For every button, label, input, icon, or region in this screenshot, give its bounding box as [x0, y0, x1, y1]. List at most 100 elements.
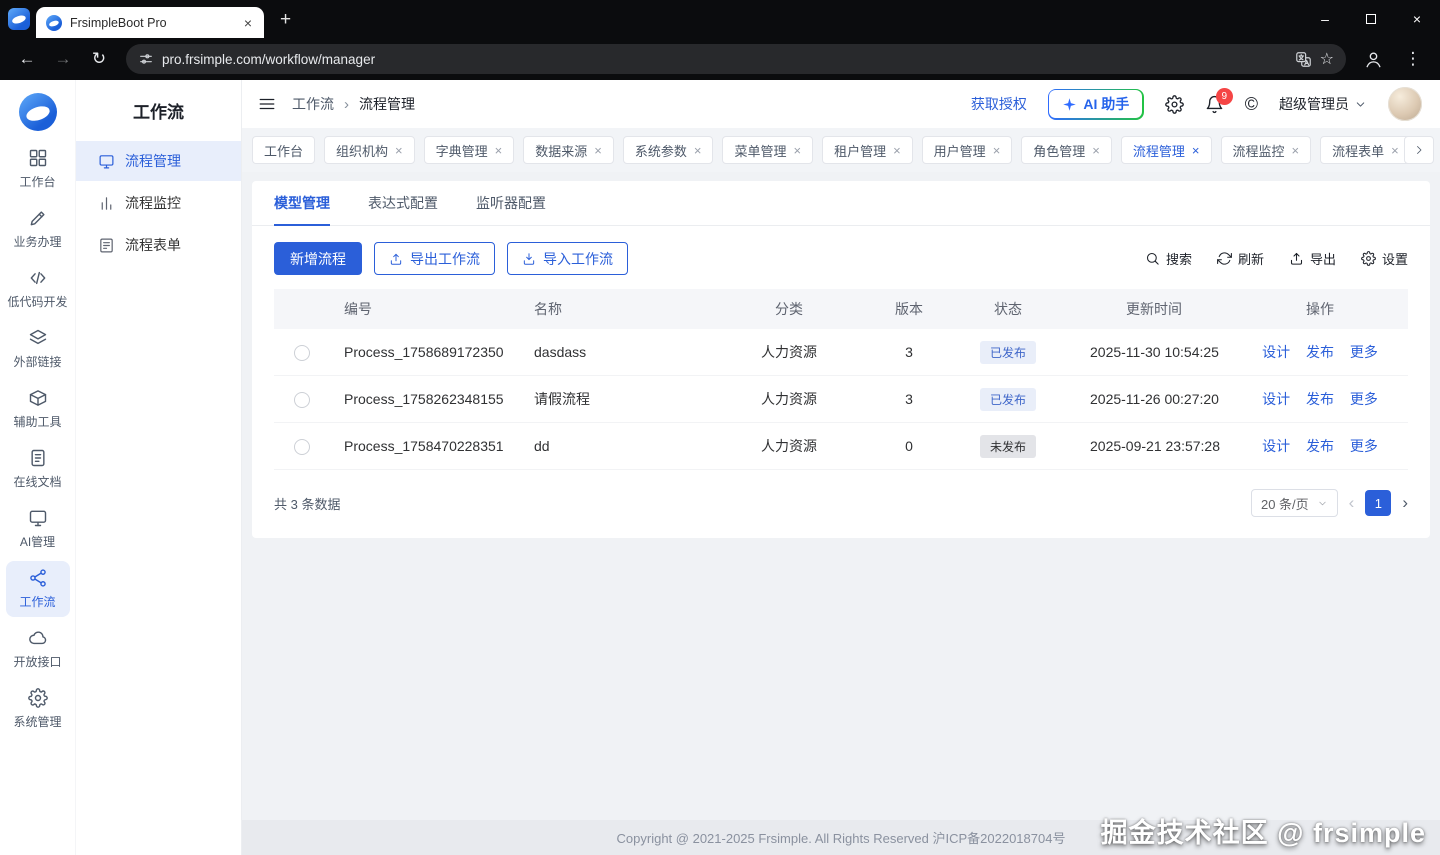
close-icon[interactable]: ×: [594, 144, 602, 157]
breadcrumb-root[interactable]: 工作流: [292, 94, 334, 114]
page-size-select[interactable]: 20 条/页: [1250, 489, 1338, 517]
new-tab-button[interactable]: +: [280, 10, 291, 29]
chevron-right-icon: [1413, 144, 1425, 156]
rail-item-external-links[interactable]: 外部链接: [6, 321, 70, 377]
more-link[interactable]: 更多: [1350, 344, 1378, 360]
copyright-icon[interactable]: ©: [1245, 95, 1258, 113]
tab-chip[interactable]: 流程表单 ×: [1320, 136, 1411, 164]
tab-chip[interactable]: 菜单管理 ×: [722, 136, 814, 164]
import-workflow-button[interactable]: 导入工作流: [507, 242, 628, 275]
get-license-link[interactable]: 获取授权: [971, 94, 1027, 114]
site-settings-icon[interactable]: [138, 51, 154, 67]
bookmark-icon[interactable]: ☆: [1320, 49, 1334, 69]
translate-icon[interactable]: [1295, 51, 1312, 68]
settings-gear-icon[interactable]: [1165, 95, 1184, 114]
tab-chip[interactable]: 系统参数 ×: [622, 136, 714, 164]
search-tool[interactable]: 搜索: [1145, 249, 1192, 268]
tab-chip[interactable]: 租户管理 ×: [822, 136, 913, 164]
publish-link[interactable]: 发布: [1306, 391, 1334, 407]
cell-name: 请假流程: [534, 391, 590, 407]
tabs-scroll-right-button[interactable]: [1404, 136, 1434, 164]
page-number[interactable]: 1: [1365, 490, 1392, 516]
publish-link[interactable]: 发布: [1306, 438, 1334, 454]
design-link[interactable]: 设计: [1262, 391, 1290, 407]
browser-menu-icon[interactable]: ⋮: [1396, 43, 1430, 75]
tab-expression-config[interactable]: 表达式配置: [368, 181, 438, 225]
tab-chip[interactable]: 用户管理 ×: [921, 136, 1013, 164]
row-radio[interactable]: [294, 391, 310, 408]
minimize-button[interactable]: –: [1302, 0, 1348, 38]
close-icon[interactable]: ×: [1391, 144, 1399, 157]
table-row[interactable]: Process_1758689172350 dasdass 人力资源 3 已发布…: [274, 329, 1408, 376]
tab-chip[interactable]: 数据来源 ×: [523, 136, 614, 164]
close-icon[interactable]: ×: [395, 144, 403, 157]
avatar[interactable]: [1388, 87, 1422, 121]
rail-item-label: AI管理: [19, 535, 56, 549]
rail-item-workbench[interactable]: 工作台: [6, 141, 70, 197]
cell-name: dasdass: [534, 344, 587, 360]
collapse-menu-icon[interactable]: [258, 95, 276, 113]
rail-item-workflow[interactable]: 工作流: [5, 561, 70, 617]
table-row[interactable]: Process_1758262348155 请假流程 人力资源 3 已发布 20…: [274, 376, 1408, 423]
tab-close-icon[interactable]: ×: [242, 15, 254, 31]
close-icon[interactable]: ×: [793, 144, 801, 157]
profile-icon[interactable]: [1356, 43, 1390, 75]
sidebar-item-process-monitor[interactable]: 流程监控: [76, 183, 241, 223]
close-icon[interactable]: ×: [1192, 144, 1200, 157]
row-radio[interactable]: [294, 438, 310, 455]
tab-chip[interactable]: 流程监控 ×: [1220, 136, 1312, 164]
back-icon[interactable]: ←: [10, 43, 44, 75]
design-link[interactable]: 设计: [1262, 438, 1290, 454]
close-icon[interactable]: ×: [993, 144, 1001, 157]
browser-tab[interactable]: FrsimpleBoot Pro ×: [36, 7, 264, 38]
maximize-button[interactable]: [1348, 0, 1394, 38]
close-icon[interactable]: ×: [893, 144, 901, 157]
design-link[interactable]: 设计: [1262, 344, 1290, 360]
rail-item-open-api[interactable]: 开放接口: [6, 621, 70, 677]
tab-chip[interactable]: 工作台: [252, 136, 316, 164]
reload-icon[interactable]: ↻: [82, 43, 116, 75]
rail-item-tools[interactable]: 辅助工具: [6, 381, 70, 437]
cell-version: 3: [905, 344, 913, 360]
close-icon[interactable]: ×: [495, 144, 503, 157]
rail-item-ai[interactable]: AI管理: [6, 501, 70, 557]
rail-item-business[interactable]: 业务办理: [6, 201, 70, 257]
import-icon: [522, 252, 536, 266]
browser-addressbar: ← → ↻ pro.frsimple.com/workflow/manager …: [0, 38, 1440, 80]
tab-chip-active[interactable]: 流程管理 ×: [1120, 136, 1212, 164]
sidebar-item-process-manage[interactable]: 流程管理: [76, 141, 241, 181]
add-process-button[interactable]: 新增流程: [274, 242, 362, 275]
prev-page-button[interactable]: ‹: [1349, 493, 1355, 513]
more-link[interactable]: 更多: [1350, 438, 1378, 454]
settings-tool[interactable]: 设置: [1361, 249, 1408, 268]
user-menu[interactable]: 超级管理员: [1279, 94, 1367, 114]
tab-model-manage[interactable]: 模型管理: [274, 181, 330, 226]
next-page-button[interactable]: ›: [1402, 493, 1408, 513]
forward-icon[interactable]: →: [46, 43, 80, 75]
notification-bell-icon[interactable]: 9: [1205, 87, 1233, 114]
publish-link[interactable]: 发布: [1306, 344, 1334, 360]
browser-app-icon[interactable]: [8, 8, 30, 30]
tab-listener-config[interactable]: 监听器配置: [476, 181, 546, 225]
rail-item-system[interactable]: 系统管理: [6, 681, 70, 737]
rail-item-docs[interactable]: 在线文档: [6, 441, 70, 497]
url-input[interactable]: pro.frsimple.com/workflow/manager ☆: [126, 44, 1346, 74]
table-row[interactable]: Process_1758470228351 dd 人力资源 0 未发布 2025…: [274, 423, 1408, 470]
ai-assistant-button[interactable]: AI 助手: [1047, 88, 1144, 120]
tab-chip[interactable]: 组织机构 ×: [324, 136, 415, 164]
rail-item-lowcode[interactable]: 低代码开发: [6, 261, 70, 317]
refresh-tool[interactable]: 刷新: [1217, 249, 1264, 268]
close-icon[interactable]: ×: [1092, 144, 1100, 157]
export-tool[interactable]: 导出: [1289, 249, 1336, 268]
sidebar-item-process-form[interactable]: 流程表单: [76, 225, 241, 265]
close-icon[interactable]: ×: [1292, 144, 1300, 157]
row-radio[interactable]: [294, 344, 310, 361]
close-icon[interactable]: ×: [694, 144, 702, 157]
more-link[interactable]: 更多: [1350, 391, 1378, 407]
open-tabs-bar: 工作台 组织机构 × 字典管理 × 数据来源 × 系统参数 × 菜单管理 × 租…: [242, 128, 1440, 172]
export-workflow-button[interactable]: 导出工作流: [374, 242, 495, 275]
tab-chip[interactable]: 角色管理 ×: [1021, 136, 1112, 164]
tab-chip[interactable]: 字典管理 ×: [423, 136, 515, 164]
close-window-button[interactable]: ×: [1394, 0, 1440, 38]
browser-titlebar: FrsimpleBoot Pro × + – ×: [0, 0, 1440, 38]
